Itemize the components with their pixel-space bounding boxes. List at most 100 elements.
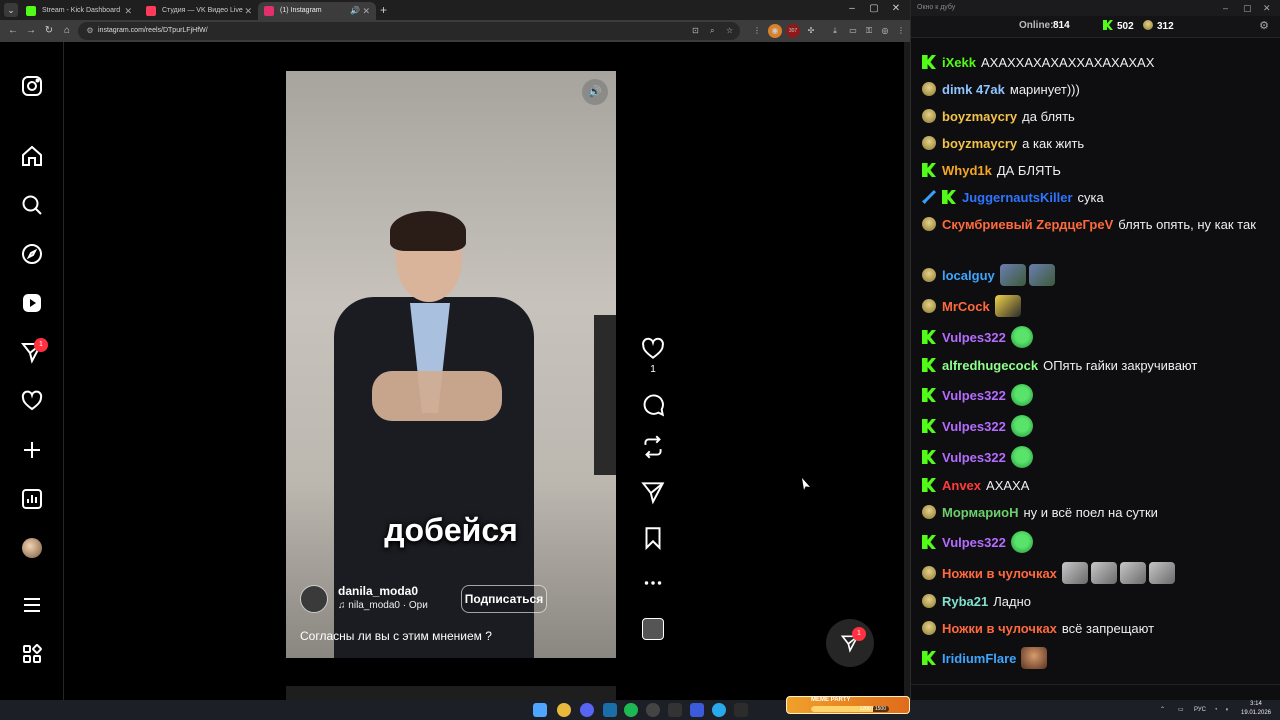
zoom-icon[interactable]: ⌕ <box>710 25 714 37</box>
chat-emote[interactable] <box>1010 446 1033 468</box>
close-tab-icon[interactable]: ✕ <box>124 2 132 20</box>
windows-start-icon[interactable] <box>533 703 547 717</box>
chat-username[interactable]: Vulpes322 <box>942 535 1006 550</box>
audio-info[interactable]: ♫ nila_moda0 · Ори <box>338 600 428 611</box>
reload-icon[interactable]: ↻ <box>42 24 56 38</box>
install-app-icon[interactable]: ⊡ <box>692 25 699 37</box>
tab-kick-dashboard[interactable]: Stream - Kick Dashboard ✕ <box>20 2 138 20</box>
more-apps-icon[interactable] <box>20 642 44 666</box>
app-icon[interactable] <box>734 703 748 717</box>
address-bar[interactable]: ⚙ instagram.com/reels/DTpurLFjHfW/ ⊡ ⌕ ☆ <box>78 22 740 40</box>
volume-icon[interactable]: ◖ <box>1225 704 1229 716</box>
reel-video[interactable]: 🔊 добейся danila_moda0 ♫ nila_moda0 · Ор… <box>286 71 616 658</box>
meme-party-widget[interactable]: MEME PARTY 1200 / 1500 <box>786 696 910 714</box>
language-indicator[interactable]: РУС <box>1194 704 1206 716</box>
chat-username[interactable]: Скумбриевый ZердцеГреV <box>942 217 1113 232</box>
share-icon[interactable] <box>640 479 666 505</box>
chat-username[interactable]: localguy <box>942 268 995 283</box>
spotify-icon[interactable] <box>624 703 638 717</box>
tab-audio-icon[interactable]: 🔊 <box>350 2 360 20</box>
telegram-icon[interactable] <box>712 703 726 717</box>
tray-overflow-icon[interactable]: ⌃ <box>1160 704 1165 716</box>
extension-icon[interactable]: ◉ <box>768 24 782 38</box>
messages-fab[interactable] <box>826 619 874 667</box>
downloads-icon[interactable]: ⤓ <box>828 24 842 38</box>
bookmark-star-icon[interactable]: ☆ <box>726 25 733 37</box>
chat-username[interactable]: Vulpes322 <box>942 330 1006 345</box>
chat-username[interactable]: Ножки в чулочках <box>942 566 1057 581</box>
notifications-heart-icon[interactable] <box>20 389 44 413</box>
media-player-icon[interactable] <box>690 703 704 717</box>
chat-username[interactable]: JuggernautsKiller <box>962 190 1073 205</box>
close-window-icon[interactable]: ✕ <box>888 2 904 16</box>
like-heart-icon[interactable] <box>640 336 666 362</box>
chat-username[interactable]: IridiumFlare <box>942 651 1016 666</box>
chat-emote[interactable] <box>1119 562 1146 584</box>
sound-toggle-icon[interactable]: 🔊 <box>582 79 608 105</box>
chat-emote[interactable] <box>1061 562 1088 584</box>
home-icon[interactable] <box>20 144 44 168</box>
network-icon[interactable]: ▭ <box>1178 704 1184 716</box>
close-window-icon[interactable]: ✕ <box>1263 0 1271 16</box>
forward-icon[interactable]: → <box>24 24 38 38</box>
menu-icon[interactable] <box>20 593 44 617</box>
app-icon[interactable] <box>668 703 682 717</box>
browser-menu-icon[interactable]: ⋮ <box>894 24 908 38</box>
chrome-icon[interactable] <box>557 703 571 717</box>
chat-username[interactable]: boyzmaycry <box>942 109 1017 124</box>
chat-message-list[interactable]: iXekk АХАХХАХАХАХХАХАХАХАХ dimk 47ak марину… <box>911 38 1280 684</box>
steam-icon[interactable] <box>603 703 617 717</box>
password-icon[interactable]: ⚿ <box>862 24 876 38</box>
chat-emote[interactable] <box>1010 326 1033 348</box>
tab-instagram[interactable]: (1) Instagram 🔊 ✕ <box>258 2 376 20</box>
reels-icon[interactable] <box>20 291 44 315</box>
tab-vk-video[interactable]: Студия — VK Видео Live ✕ <box>140 2 258 20</box>
home-icon[interactable]: ⌂ <box>60 24 74 38</box>
chat-username[interactable]: boyzmaycry <box>942 136 1017 151</box>
save-bookmark-icon[interactable] <box>640 525 666 551</box>
more-options-icon[interactable] <box>640 570 666 596</box>
chat-username[interactable]: iXekk <box>942 55 976 70</box>
discord-icon[interactable] <box>580 703 594 717</box>
follow-button[interactable]: Подписаться <box>461 585 547 613</box>
extension-badge[interactable]: 307 <box>786 24 800 38</box>
chat-username[interactable]: МормариоН <box>942 505 1018 520</box>
site-info-icon[interactable]: ⚙ <box>84 25 96 37</box>
instagram-logo-icon[interactable] <box>20 74 44 98</box>
close-tab-icon[interactable]: ✕ <box>362 2 370 20</box>
split-view-icon[interactable]: ▭ <box>846 24 860 38</box>
audio-thumbnail[interactable] <box>642 618 664 640</box>
search-icon[interactable] <box>20 193 44 217</box>
chat-username[interactable]: Vulpes322 <box>942 450 1006 465</box>
create-plus-icon[interactable] <box>20 438 44 462</box>
wifi-icon[interactable]: ◔ <box>1214 704 1218 716</box>
chat-username[interactable]: Anvex <box>942 478 981 493</box>
minimize-icon[interactable]: – <box>844 2 860 16</box>
dashboard-chart-icon[interactable] <box>20 487 44 511</box>
chat-emote[interactable] <box>1010 531 1033 553</box>
back-icon[interactable]: ← <box>6 24 20 38</box>
author-avatar[interactable] <box>300 585 328 613</box>
profile-avatar[interactable] <box>22 538 42 558</box>
taskbar-clock[interactable]: 3:14 19.01.2026 <box>1236 700 1276 718</box>
explore-compass-icon[interactable] <box>20 242 44 266</box>
chat-emote[interactable] <box>1028 264 1055 286</box>
chat-username[interactable]: Whyd1k <box>942 163 992 178</box>
settings-gear-icon[interactable]: ⚙ <box>1259 19 1269 32</box>
author-username[interactable]: danila_moda0 <box>338 584 418 598</box>
chat-emote[interactable] <box>1148 562 1175 584</box>
tab-search-button[interactable]: ⌄ <box>4 3 18 17</box>
chat-username[interactable]: alfredhugecock <box>942 358 1038 373</box>
chat-emote[interactable] <box>1010 384 1033 406</box>
puzzle-extensions-icon[interactable]: ✣ <box>804 24 818 38</box>
profile-icon[interactable]: ◎ <box>878 24 892 38</box>
chat-username[interactable]: dimk 47ak <box>942 82 1005 97</box>
chat-username[interactable]: MrCock <box>942 299 990 314</box>
chat-username[interactable]: Ножки в чулочках <box>942 621 1057 636</box>
chat-emote[interactable] <box>1090 562 1117 584</box>
chat-emote[interactable] <box>994 295 1021 317</box>
chat-emote[interactable] <box>1021 647 1048 669</box>
chat-emote[interactable] <box>999 264 1026 286</box>
obs-icon[interactable] <box>646 703 660 717</box>
chat-username[interactable]: Ryba21 <box>942 594 988 609</box>
